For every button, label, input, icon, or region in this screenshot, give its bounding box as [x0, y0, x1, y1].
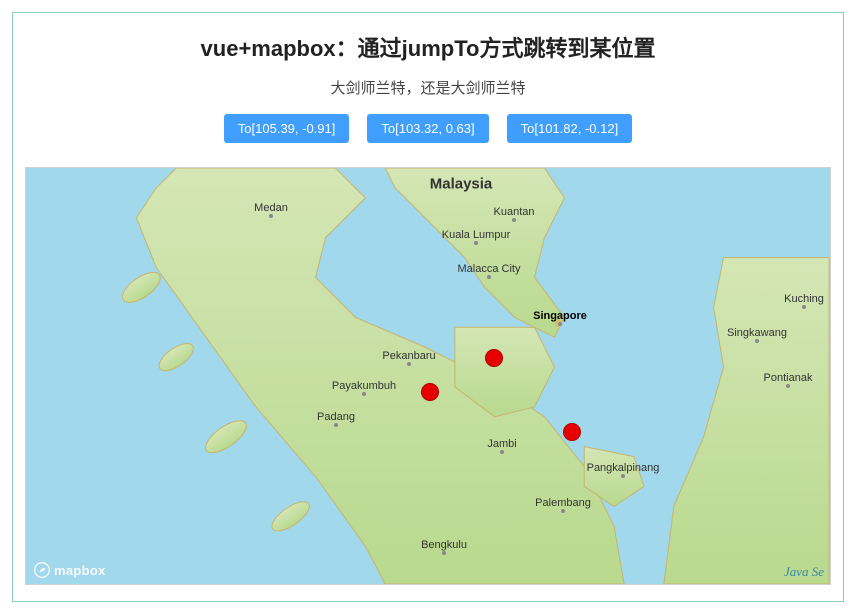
city-dot — [512, 218, 516, 222]
page-subtitle: 大剑师兰特，还是大剑师兰特 — [13, 77, 843, 98]
map-marker[interactable] — [421, 383, 439, 401]
map-container[interactable]: Malaysia MedanKuantanKuala LumpurMalacca… — [25, 167, 831, 585]
city-dot — [558, 322, 562, 326]
city-dot — [621, 474, 625, 478]
country-label-malaysia: Malaysia — [430, 176, 493, 193]
mapbox-icon — [34, 562, 50, 578]
city-dot — [269, 214, 273, 218]
city-dot — [755, 339, 759, 343]
mapbox-logo: mapbox — [34, 562, 106, 578]
jump-to-button[interactable]: To[101.82, -0.12] — [507, 114, 633, 143]
city-dot — [334, 423, 338, 427]
city-dot — [442, 551, 446, 555]
page-title: vue+mapbox：通过jumpTo方式跳转到某位置 — [13, 31, 843, 63]
city-dot — [474, 241, 478, 245]
city-dot — [362, 392, 366, 396]
city-dot — [802, 305, 806, 309]
map-land — [26, 168, 830, 584]
city-dot — [407, 362, 411, 366]
map-marker[interactable] — [485, 349, 503, 367]
button-row: To[105.39, -0.91] To[103.32, 0.63] To[10… — [13, 114, 843, 143]
map-marker[interactable] — [563, 423, 581, 441]
map[interactable]: Malaysia MedanKuantanKuala LumpurMalacca… — [26, 168, 830, 584]
city-dot — [500, 450, 504, 454]
jump-to-button[interactable]: To[103.32, 0.63] — [367, 114, 488, 143]
mapbox-logo-text: mapbox — [54, 563, 106, 578]
city-dot — [487, 275, 491, 279]
app-container: vue+mapbox：通过jumpTo方式跳转到某位置 大剑师兰特，还是大剑师兰… — [12, 12, 844, 602]
city-dot — [561, 509, 565, 513]
sea-label: Java Se — [784, 564, 824, 580]
header: vue+mapbox：通过jumpTo方式跳转到某位置 大剑师兰特，还是大剑师兰… — [13, 13, 843, 167]
city-dot — [786, 384, 790, 388]
jump-to-button[interactable]: To[105.39, -0.91] — [224, 114, 350, 143]
